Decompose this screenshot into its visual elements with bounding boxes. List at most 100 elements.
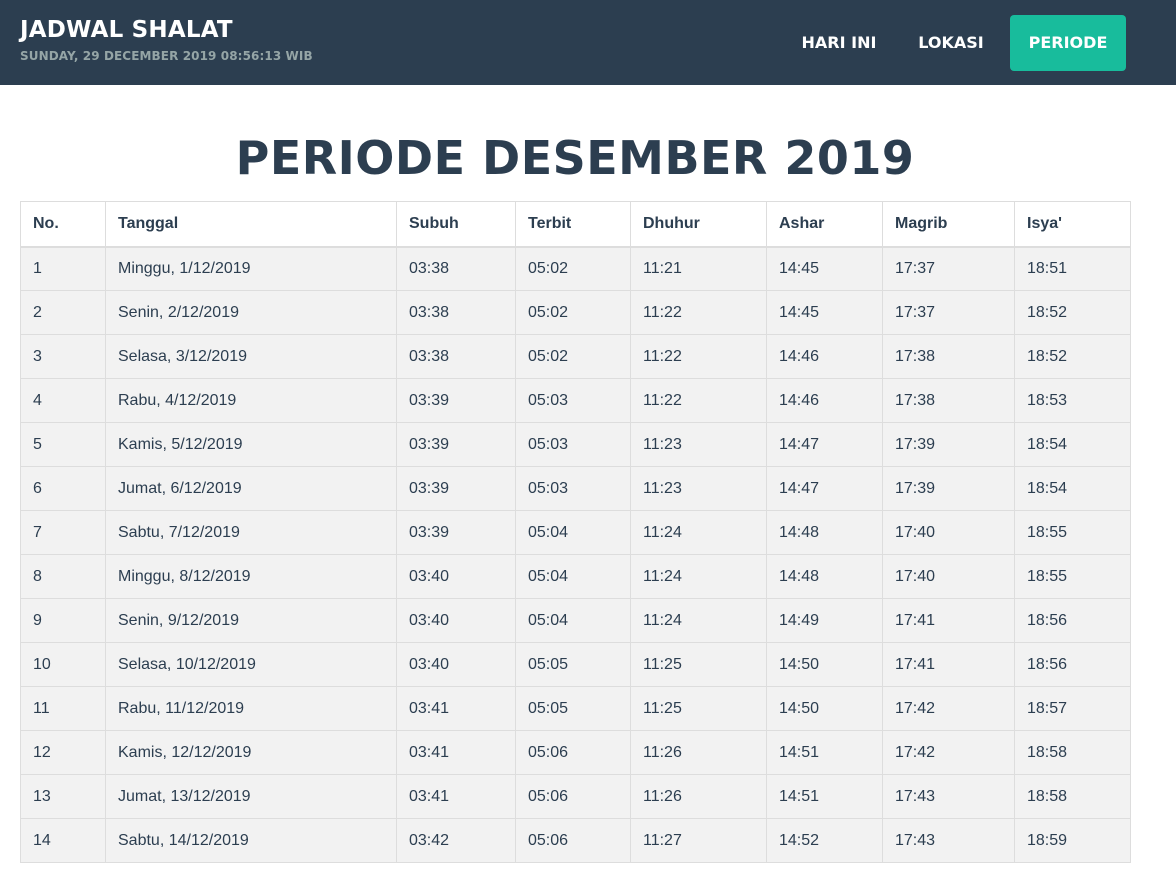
nav-periode[interactable]: PERIODE <box>1010 15 1126 71</box>
subuh-time: 03:40 <box>396 642 516 687</box>
subuh-time: 03:39 <box>396 378 516 423</box>
row-number: 3 <box>20 334 106 379</box>
subuh-time: 03:41 <box>396 686 516 731</box>
terbit-time: 05:04 <box>515 598 631 643</box>
isya-time: 18:54 <box>1014 466 1131 511</box>
magrib-time: 17:37 <box>882 290 1015 335</box>
magrib-time: 17:43 <box>882 774 1015 819</box>
subuh-time: 03:39 <box>396 510 516 555</box>
subuh-time: 03:40 <box>396 554 516 599</box>
ashar-time: 14:51 <box>766 774 883 819</box>
terbit-time: 05:05 <box>515 686 631 731</box>
row-number: 10 <box>20 642 106 687</box>
terbit-time: 05:03 <box>515 378 631 423</box>
subuh-time: 03:38 <box>396 334 516 379</box>
isya-time: 18:52 <box>1014 290 1131 335</box>
isya-time: 18:53 <box>1014 378 1131 423</box>
row-number: 7 <box>20 510 106 555</box>
terbit-time: 05:04 <box>515 554 631 599</box>
terbit-time: 05:03 <box>515 422 631 467</box>
table-row: 5 Kamis, 5/12/2019 03:39 05:03 11:23 14:47 17:… <box>20 422 1131 467</box>
dhuhur-time: 11:23 <box>630 466 767 511</box>
brand: JADWAL SHALAT SUNDAY, 29 DECEMBER 2019 0… <box>20 16 313 64</box>
row-number: 4 <box>20 378 106 423</box>
row-date: Senin, 2/12/2019 <box>105 290 397 335</box>
row-date: Jumat, 6/12/2019 <box>105 466 397 511</box>
row-number: 14 <box>20 818 106 863</box>
magrib-time: 17:38 <box>882 378 1015 423</box>
column-header: Dhuhur <box>630 201 767 248</box>
column-header: Terbit <box>515 201 631 248</box>
subuh-time: 03:42 <box>396 818 516 863</box>
dhuhur-time: 11:22 <box>630 334 767 379</box>
row-number: 13 <box>20 774 106 819</box>
table-row: 8 Minggu, 8/12/2019 03:40 05:04 11:24 14:48 17… <box>20 554 1131 599</box>
terbit-time: 05:06 <box>515 730 631 775</box>
row-date: Sabtu, 14/12/2019 <box>105 818 397 863</box>
row-date: Senin, 9/12/2019 <box>105 598 397 643</box>
row-number: 5 <box>20 422 106 467</box>
ashar-time: 14:48 <box>766 510 883 555</box>
magrib-time: 17:38 <box>882 334 1015 379</box>
dhuhur-time: 11:26 <box>630 730 767 775</box>
magrib-time: 17:40 <box>882 554 1015 599</box>
table-header-row: No. Tanggal Subuh Terbit Dhuhur Ashar Ma… <box>20 201 1131 248</box>
row-number: 11 <box>20 686 106 731</box>
row-date: Minggu, 1/12/2019 <box>105 246 397 291</box>
subuh-time: 03:39 <box>396 422 516 467</box>
ashar-time: 14:47 <box>766 466 883 511</box>
row-number: 12 <box>20 730 106 775</box>
terbit-time: 05:05 <box>515 642 631 687</box>
nav-hari-ini[interactable]: HARI INI <box>784 15 894 71</box>
isya-time: 18:56 <box>1014 642 1131 687</box>
column-header: Subuh <box>396 201 516 248</box>
app-title[interactable]: JADWAL SHALAT <box>20 16 313 44</box>
terbit-time: 05:02 <box>515 290 631 335</box>
terbit-time: 05:03 <box>515 466 631 511</box>
row-date: Jumat, 13/12/2019 <box>105 774 397 819</box>
table-row: 11 Rabu, 11/12/2019 03:41 05:05 11:25 14:50 17… <box>20 686 1131 731</box>
column-header: Magrib <box>882 201 1015 248</box>
ashar-time: 14:51 <box>766 730 883 775</box>
dhuhur-time: 11:25 <box>630 642 767 687</box>
terbit-time: 05:02 <box>515 246 631 291</box>
table-row: 10 Selasa, 10/12/2019 03:40 05:05 11:25 14:50… <box>20 642 1131 687</box>
row-date: Selasa, 10/12/2019 <box>105 642 397 687</box>
isya-time: 18:56 <box>1014 598 1131 643</box>
isya-time: 18:58 <box>1014 730 1131 775</box>
table-row: 3 Selasa, 3/12/2019 03:38 05:02 11:22 14:46 17… <box>20 334 1131 379</box>
subuh-time: 03:41 <box>396 774 516 819</box>
row-number: 1 <box>20 246 106 291</box>
nav-lokasi[interactable]: LOKASI <box>902 15 1000 71</box>
dhuhur-time: 11:26 <box>630 774 767 819</box>
magrib-time: 17:37 <box>882 246 1015 291</box>
column-header: Isya' <box>1014 201 1131 248</box>
row-number: 6 <box>20 466 106 511</box>
magrib-time: 17:40 <box>882 510 1015 555</box>
ashar-time: 14:46 <box>766 378 883 423</box>
page-title: PERIODE DESEMBER 2019 <box>235 131 915 185</box>
current-datetime: SUNDAY, 29 DECEMBER 2019 08:56:13 WIB <box>20 49 313 63</box>
column-header: Ashar <box>766 201 883 248</box>
dhuhur-time: 11:22 <box>630 378 767 423</box>
column-header: Tanggal <box>105 201 397 248</box>
magrib-time: 17:39 <box>882 466 1015 511</box>
isya-time: 18:55 <box>1014 554 1131 599</box>
terbit-time: 05:02 <box>515 334 631 379</box>
row-date: Sabtu, 7/12/2019 <box>105 510 397 555</box>
top-navbar: JADWAL SHALAT SUNDAY, 29 DECEMBER 2019 0… <box>0 0 1176 85</box>
dhuhur-time: 11:24 <box>630 510 767 555</box>
ashar-time: 14:52 <box>766 818 883 863</box>
ashar-time: 14:48 <box>766 554 883 599</box>
table-row: 4 Rabu, 4/12/2019 03:39 05:03 11:22 14:46 17:3… <box>20 378 1131 423</box>
subuh-time: 03:40 <box>396 598 516 643</box>
table-row: 7 Sabtu, 7/12/2019 03:39 05:04 11:24 14:48 17:… <box>20 510 1131 555</box>
magrib-time: 17:42 <box>882 686 1015 731</box>
dhuhur-time: 11:24 <box>630 598 767 643</box>
isya-time: 18:54 <box>1014 422 1131 467</box>
terbit-time: 05:06 <box>515 818 631 863</box>
subuh-time: 03:38 <box>396 246 516 291</box>
subuh-time: 03:38 <box>396 290 516 335</box>
dhuhur-time: 11:21 <box>630 246 767 291</box>
ashar-time: 14:49 <box>766 598 883 643</box>
